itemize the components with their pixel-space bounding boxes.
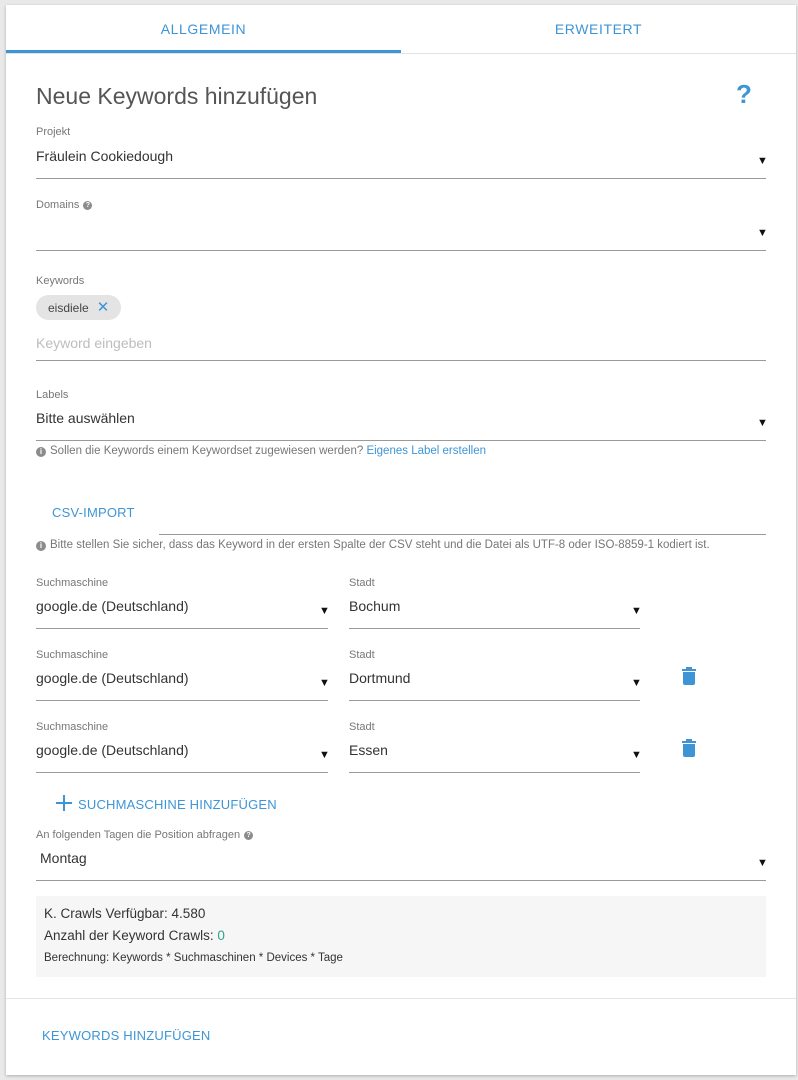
city-label: Stadt (349, 649, 375, 661)
crawl-info-box: K. Crawls Verfügbar: 4.580 Anzahl der Ke… (36, 896, 766, 977)
crawls-available: K. Crawls Verfügbar: 4.580 (44, 906, 206, 921)
help-icon[interactable]: ? (83, 201, 93, 210)
caret-down-icon[interactable]: ▼ (631, 677, 642, 689)
help-icon[interactable]: ? (244, 831, 254, 840)
tab-allgemein[interactable]: ALLGEMEIN (6, 5, 401, 53)
city-underline (349, 628, 640, 629)
caret-down-icon[interactable]: ▼ (757, 417, 768, 429)
city-label: Stadt (349, 577, 375, 589)
caret-down-icon[interactable]: ▼ (319, 749, 330, 761)
engine-underline (36, 700, 328, 701)
create-label-link[interactable]: Eigenes Label erstellen (366, 445, 486, 457)
footer-divider (6, 998, 796, 999)
labels-hint-text: Sollen die Keywords einem Keywordset zug… (50, 445, 364, 457)
engine-label: Suchmaschine (36, 721, 109, 733)
engine-underline (36, 628, 328, 629)
tab-bar: ALLGEMEIN ERWEITERT (6, 5, 796, 54)
add-keywords-button[interactable]: KEYWORDS HINZUFÜGEN (42, 1028, 210, 1043)
city-select[interactable]: Bochum (349, 598, 400, 614)
projekt-select[interactable]: Fräulein Cookiedough (36, 148, 173, 164)
info-icon: i (36, 541, 46, 551)
caret-down-icon[interactable]: ▼ (757, 227, 768, 239)
keyword-crawls-value: 0 (217, 928, 225, 943)
page-title: Neue Keywords hinzufügen (36, 83, 318, 109)
engine-label: Suchmaschine (36, 577, 109, 589)
caret-down-icon[interactable]: ▼ (757, 155, 768, 167)
labels-select[interactable]: Bitte auswählen (36, 410, 135, 426)
keyword-chip: eisdiele ✕ (36, 295, 122, 320)
caret-down-icon[interactable]: ▼ (319, 677, 330, 689)
info-icon: i (36, 447, 46, 457)
labels-hint: i Sollen die Keywords einem Keywordset zu… (36, 445, 486, 457)
days-label: An folgenden Tagen die Position abfragen… (36, 829, 254, 841)
days-underline (36, 880, 766, 881)
calculation-formula: Berechnung: Keywords * Suchmaschinen * D… (44, 952, 343, 964)
labels-label: Labels (36, 389, 69, 401)
engine-select[interactable]: google.de (Deutschland) (36, 598, 189, 614)
plus-icon[interactable] (56, 795, 72, 811)
city-select[interactable]: Dortmund (349, 670, 410, 686)
domains-underline (36, 250, 766, 251)
csv-hint-text: Bitte stellen Sie sicher, dass das Keywo… (50, 539, 710, 551)
csv-hint: i Bitte stellen Sie sicher, dass das Keyw… (36, 539, 710, 551)
days-select[interactable]: Montag (40, 850, 87, 866)
engine-underline (36, 772, 328, 773)
trash-icon[interactable] (682, 667, 696, 685)
keyword-chip-label: eisdiele (48, 301, 89, 315)
city-underline (349, 772, 640, 773)
keyword-input[interactable]: Keyword eingeben (36, 335, 152, 351)
keyword-input-underline (36, 360, 766, 361)
engine-label: Suchmaschine (36, 649, 109, 661)
projekt-label: Projekt (36, 126, 71, 138)
csv-file-underline (159, 534, 766, 535)
caret-down-icon[interactable]: ▼ (631, 605, 642, 617)
tab-erweitert[interactable]: ERWEITERT (401, 5, 796, 53)
caret-down-icon[interactable]: ▼ (631, 749, 642, 761)
caret-down-icon[interactable]: ▼ (319, 605, 330, 617)
keywords-label: Keywords (36, 275, 85, 287)
domains-label: Domains? (36, 199, 93, 211)
city-underline (349, 700, 640, 701)
trash-icon[interactable] (682, 739, 696, 757)
city-label: Stadt (349, 721, 375, 733)
caret-down-icon[interactable]: ▼ (757, 857, 768, 869)
engine-select[interactable]: google.de (Deutschland) (36, 670, 189, 686)
projekt-underline (36, 178, 766, 179)
close-icon[interactable]: ✕ (97, 299, 110, 316)
help-icon[interactable]: ? (736, 79, 752, 110)
keyword-crawls-count: Anzahl der Keyword Crawls: 0 (44, 928, 225, 943)
add-keywords-dialog: ALLGEMEIN ERWEITERT Neue Keywords hinzuf… (6, 5, 796, 1075)
active-tab-indicator (6, 50, 401, 53)
labels-underline (36, 440, 766, 441)
engine-select[interactable]: google.de (Deutschland) (36, 742, 189, 758)
city-select[interactable]: Essen (349, 742, 388, 758)
add-search-engine-button[interactable]: SUCHMASCHINE HINZUFÜGEN (78, 797, 277, 812)
csv-import-button[interactable]: CSV-IMPORT (52, 505, 135, 520)
